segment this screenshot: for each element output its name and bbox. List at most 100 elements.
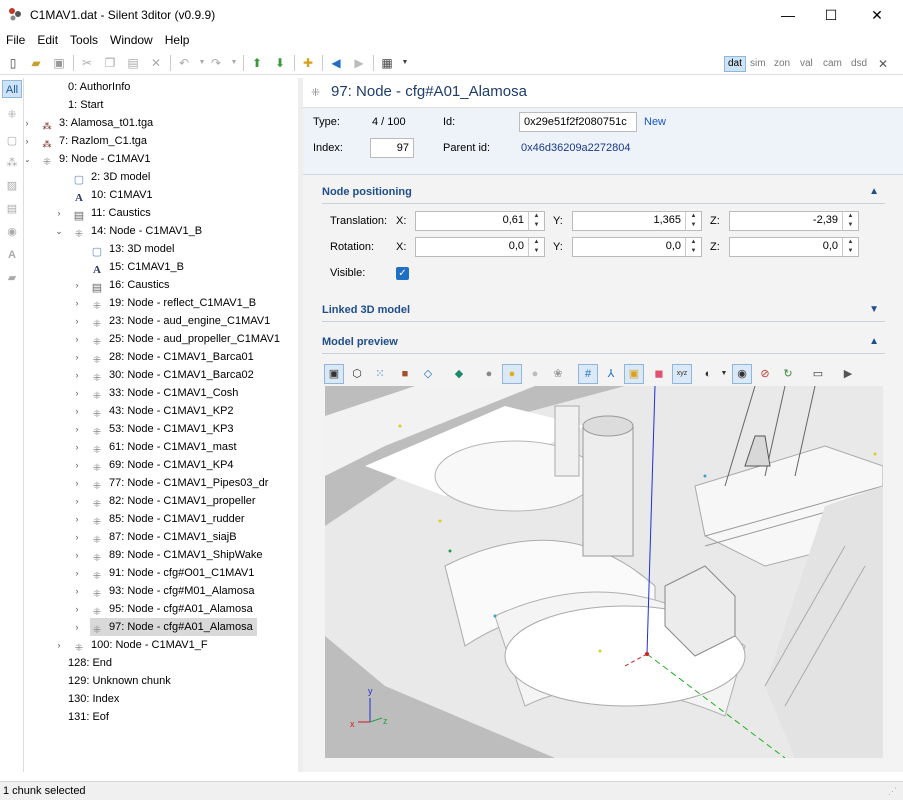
wire-view-icon[interactable]: ⬡ (347, 364, 367, 384)
tree-item[interactable]: 0: AuthorInfo (68, 78, 130, 96)
expand-icon[interactable]: › (72, 474, 82, 492)
tree-item[interactable]: › ⁜ 100: Node - C1MAV1_F (58, 636, 208, 654)
expand-icon[interactable]: › (72, 402, 82, 420)
rotation-y-input[interactable]: 0,0 ▲ ▼ (572, 237, 702, 257)
model-filter-icon[interactable]: ▢ (2, 132, 22, 150)
add-node-icon[interactable]: ✚ (299, 54, 317, 72)
paste-icon[interactable]: ▤ (124, 54, 142, 72)
node-filter-icon[interactable]: ⁜ (2, 106, 22, 124)
tree-item[interactable]: 128: End (68, 654, 112, 672)
menu-file[interactable]: File (0, 30, 31, 50)
expand-icon[interactable]: › (72, 528, 82, 546)
view-tab-val[interactable]: val (797, 56, 816, 72)
expand-icon[interactable]: › (72, 384, 82, 402)
camera-icon[interactable]: ▭ (808, 364, 828, 384)
tree-item[interactable]: › ⁜ 95: Node - cfg#A01_Alamosa (76, 600, 253, 618)
expand-icon[interactable]: › (26, 132, 32, 150)
axes-icon[interactable]: ⅄ (601, 364, 621, 384)
close-button[interactable]: ✕ (854, 0, 900, 30)
filter-all-button[interactable]: All (2, 80, 22, 98)
spinner-icon[interactable]: ▲ ▼ (685, 212, 701, 230)
tree-item[interactable]: › ⁜ 53: Node - C1MAV1_KP3 (76, 420, 234, 438)
tree-item[interactable]: › ⁜ 23: Node - aud_engine_C1MAV1 (76, 312, 271, 330)
spinner-icon[interactable]: ▲ ▼ (842, 238, 858, 256)
model-bounds-icon[interactable]: ▣ (624, 364, 644, 384)
expand-icon[interactable]: › (72, 294, 82, 312)
expand-icon[interactable]: ▼ (869, 304, 879, 315)
collapse-icon[interactable]: ▲ (869, 186, 879, 197)
delete-icon[interactable]: ✕ (147, 54, 165, 72)
menu-edit[interactable]: Edit (31, 30, 64, 50)
material-color-icon[interactable]: ◼ (649, 364, 669, 384)
spinner-icon[interactable]: ▲ ▼ (842, 212, 858, 230)
tree-item[interactable]: ⌄ ⁜ 9: Node - C1MAV1 (26, 150, 151, 168)
tree-item[interactable]: › ⁜ 19: Node - reflect_C1MAV1_B (76, 294, 257, 312)
redo-icon[interactable]: ↷ (207, 54, 225, 72)
texture-filter-icon[interactable]: ▨ (2, 177, 22, 195)
tree-item[interactable]: › ⁜ 33: Node - C1MAV1_Cosh (76, 384, 239, 402)
expand-icon[interactable]: › (72, 600, 82, 618)
expand-icon[interactable]: › (72, 420, 82, 438)
light-on-icon[interactable]: ● (502, 364, 522, 384)
tree-item[interactable]: › ⁜ 82: Node - C1MAV1_propeller (76, 492, 256, 510)
tree-item[interactable]: › ⁜ 87: Node - C1MAV1_siajB (76, 528, 237, 546)
view-tab-cam[interactable]: cam (820, 56, 845, 72)
hide-icon[interactable]: ⊘ (755, 364, 775, 384)
light-multi-icon[interactable]: ❀ (548, 364, 568, 384)
menu-tools[interactable]: Tools (64, 30, 104, 50)
expand-icon[interactable]: › (72, 546, 82, 564)
box-view-icon[interactable]: ▣ (324, 364, 344, 384)
tree-item[interactable]: ▢ 13: 3D model (90, 240, 175, 258)
minimize-button[interactable]: — (765, 0, 811, 30)
model-preview-header[interactable]: Model preview ▲ (322, 332, 885, 354)
tree-item[interactable]: › ⁜ 43: Node - C1MAV1_KP2 (76, 402, 234, 420)
expand-icon[interactable]: › (72, 618, 82, 636)
3d-viewport[interactable]: y x z (325, 386, 883, 758)
node-positioning-header[interactable]: Node positioning ▲ (322, 182, 885, 204)
refresh-icon[interactable]: ↻ (778, 364, 798, 384)
menu-window[interactable]: Window (104, 30, 159, 50)
translation-x-input[interactable]: 0,61 ▲ ▼ (415, 211, 545, 231)
light-dim-icon[interactable]: ● (525, 364, 545, 384)
collapse-icon[interactable]: ⌄ (54, 222, 64, 240)
tree-item[interactable]: › ⁜ 77: Node - C1MAV1_Pipes03_dr (76, 474, 269, 492)
move-up-icon[interactable]: ⬆ (248, 54, 266, 72)
font-filter-icon[interactable]: A (2, 246, 22, 264)
spinner-icon[interactable]: ▲ ▼ (528, 212, 544, 230)
chevron-down-icon[interactable]: ▼ (225, 54, 243, 72)
translation-y-input[interactable]: 1,365 ▲ ▼ (572, 211, 702, 231)
normals-icon[interactable]: xyz (672, 364, 692, 384)
rotation-x-input[interactable]: 0,0 ▲ ▼ (415, 237, 545, 257)
expand-icon[interactable]: › (72, 510, 82, 528)
spinner-icon[interactable]: ▲ ▼ (528, 238, 544, 256)
expand-icon[interactable]: › (72, 348, 82, 366)
spinner-icon[interactable]: ▲ ▼ (685, 238, 701, 256)
tree-item[interactable]: A 15: C1MAV1_B (90, 258, 184, 276)
expand-icon[interactable]: › (54, 204, 64, 222)
expand-icon[interactable]: › (72, 366, 82, 384)
tree-item[interactable]: › ⁜ 69: Node - C1MAV1_KP4 (76, 456, 234, 474)
tree-item[interactable]: › ⁜ 97: Node - cfg#A01_Alamosa (76, 618, 257, 636)
tree-item[interactable]: 129: Unknown chunk (68, 672, 171, 690)
menu-help[interactable]: Help (159, 30, 196, 50)
tree-item[interactable]: 1: Start (68, 96, 103, 114)
tree-item[interactable]: 131: Eof (68, 708, 109, 726)
text-filter-icon[interactable]: ▤ (2, 200, 22, 218)
expand-icon[interactable]: › (54, 636, 64, 654)
bounds-view-icon[interactable]: ◇ (418, 364, 438, 384)
tree-item[interactable]: › ⁜ 85: Node - C1MAV1_rudder (76, 510, 245, 528)
tree-item[interactable]: › ⁜ 30: Node - C1MAV1_Barca02 (76, 366, 254, 384)
tree-item[interactable]: › ⁜ 89: Node - C1MAV1_ShipWake (76, 546, 263, 564)
sound-filter-icon[interactable]: ◉ (2, 223, 22, 241)
parent-id-link[interactable]: 0x46d36209a2272804 (521, 142, 631, 154)
tree-item[interactable]: › ⁜ 28: Node - C1MAV1_Barca01 (76, 348, 254, 366)
points-view-icon[interactable]: ⁙ (370, 364, 390, 384)
close-view-icon[interactable]: ✕ (875, 56, 891, 72)
expand-icon[interactable]: › (72, 564, 82, 582)
collapse-icon[interactable]: ⌄ (26, 150, 32, 168)
new-icon[interactable]: ▯ (4, 54, 22, 72)
tree-item[interactable]: › ⁂ 7: Razlom_C1.tga (26, 132, 147, 150)
tree-item[interactable]: › ⁜ 25: Node - aud_propeller_C1MAV1 (76, 330, 281, 348)
maximize-button[interactable]: ☐ (808, 0, 854, 30)
eye-icon[interactable]: ◉ (732, 364, 752, 384)
